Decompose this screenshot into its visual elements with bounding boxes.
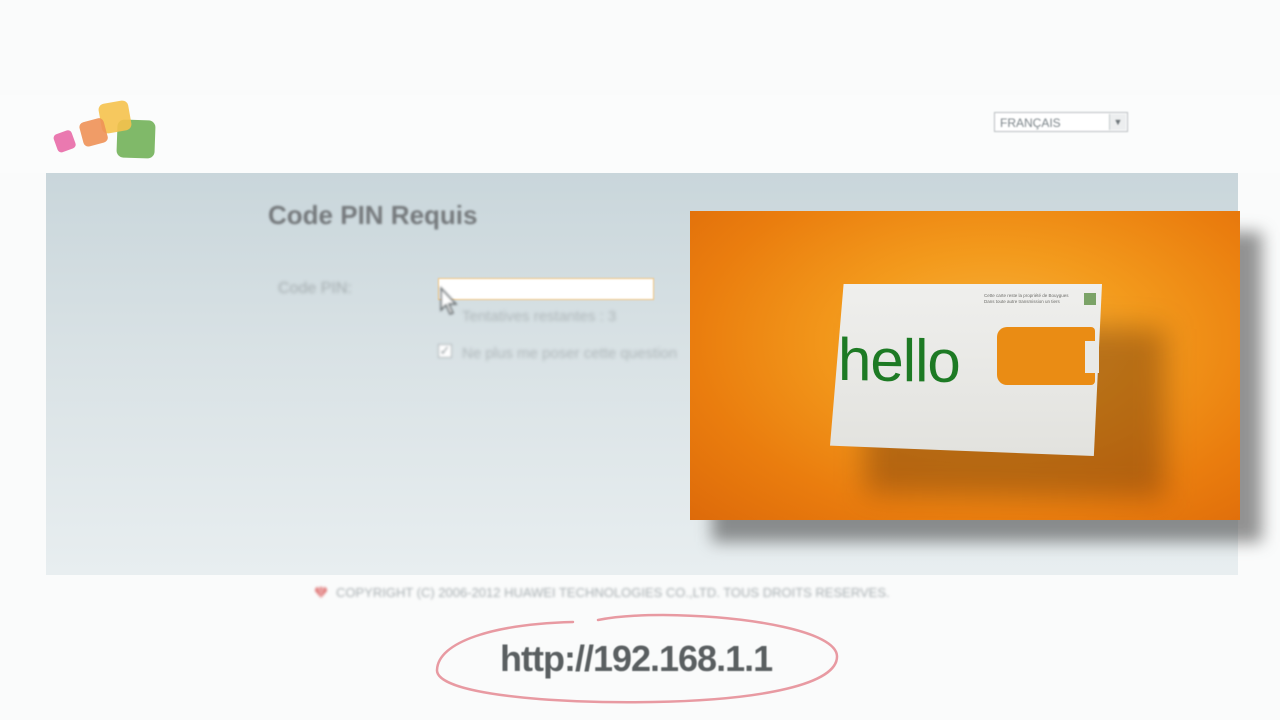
copyright-footer: COPYRIGHT (C) 2006-2012 HUAWEI TECHNOLOG… [312,585,890,600]
header-band [0,95,1280,173]
language-select[interactable]: FRANÇAIS ▼ [994,112,1128,132]
router-url-text: http://192.168.1.1 [500,638,773,679]
remember-label: Ne plus me poser cette question [462,345,678,362]
language-selected-value: FRANÇAIS [1000,116,1061,130]
copyright-text: COPYRIGHT (C) 2006-2012 HUAWEI TECHNOLOG… [336,585,890,600]
page-title: Code PIN Requis [268,200,478,230]
remaining-attempts-text: Tentatives restantes : 3 [462,308,617,325]
chevron-down-icon[interactable]: ▼ [1109,114,1126,130]
sim-chip-notch [1085,341,1099,373]
sim-green-mark [1084,293,1096,305]
remember-checkbox[interactable]: ✓ [438,344,452,358]
router-login-page: FRANÇAIS ▼ Code PIN Requis Code PIN: Ten… [0,0,1280,720]
pin-label: Code PIN: [278,280,352,297]
sim-brand-text: hello [838,325,960,396]
huawei-logo-icon [315,586,327,598]
brand-logo [53,100,156,159]
sim-chip [997,327,1095,385]
pin-input[interactable] [438,278,654,300]
sim-fine-print: Cette carte reste la propriété de Bouygu… [984,293,1069,304]
mouse-cursor-icon [440,286,458,315]
sim-promo-image: Cette carte reste la propriété de Bouygu… [690,211,1240,520]
